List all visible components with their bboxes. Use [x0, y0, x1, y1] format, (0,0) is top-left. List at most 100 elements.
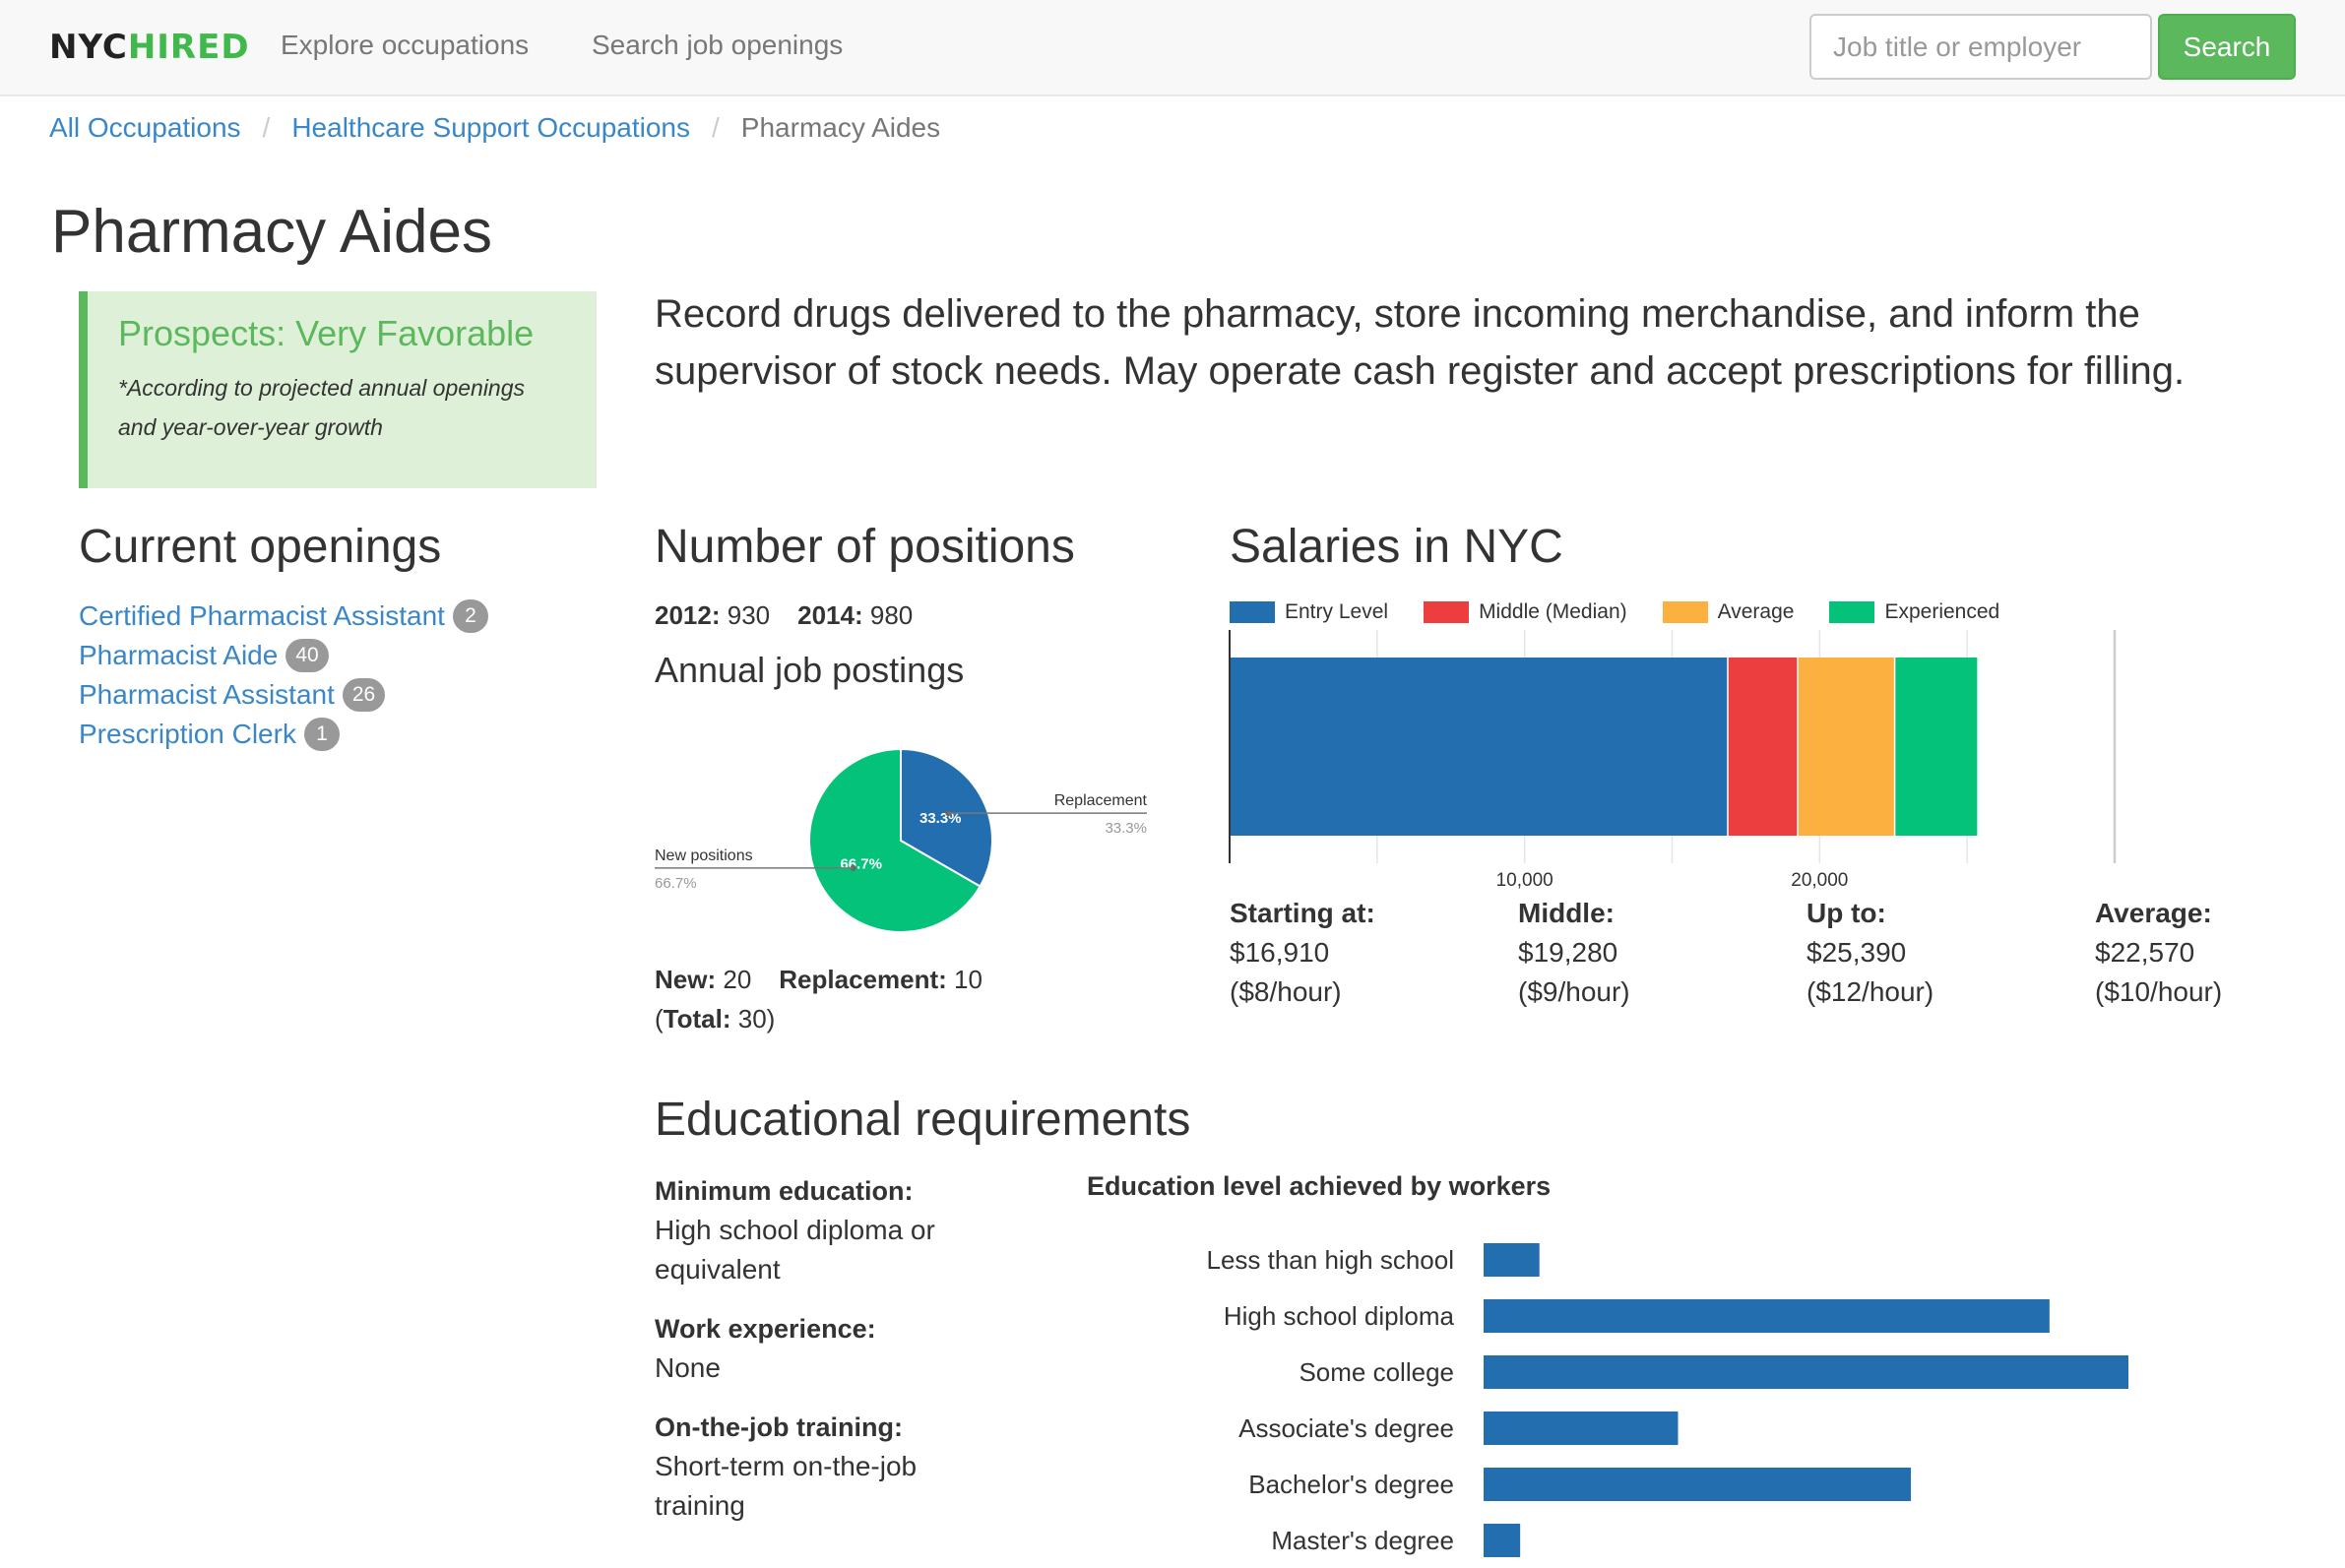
positions-years: 2012: 930 2014: 980: [655, 600, 913, 631]
salary-bar-middle-median: [1728, 658, 1798, 836]
annual-postings-pie-chart: 33.3% Replacement 33.3% 66.7% New positions 6…: [655, 747, 1148, 933]
nav-explore-occupations[interactable]: Explore occupations: [281, 30, 529, 61]
opening-count-badge: 1: [303, 718, 340, 751]
salary-annual: $25,390: [1806, 937, 1907, 968]
breadcrumb-separator: /: [262, 112, 271, 143]
education-bar-chart: Less than high school High school diploma…: [1206, 1243, 2128, 1557]
pie-slice-percent-label: 33.3%: [919, 810, 962, 827]
opening-count-badge: 2: [452, 599, 488, 633]
legend-swatch: [1230, 601, 1275, 623]
requirement-work-experience: Work experience: None: [655, 1309, 1009, 1388]
salary-hourly: ($10/hour): [2095, 976, 2223, 1007]
year-2014-label: 2014:: [797, 600, 863, 630]
prospects-title: Prospects: Very Favorable: [118, 313, 535, 353]
salary-annual: $16,910: [1230, 937, 1330, 968]
pie-outer-label: Replacement: [1054, 792, 1148, 809]
salary-label: Starting at:: [1230, 898, 1375, 928]
navbar: NYCHIRED Explore occupations Search job …: [0, 0, 2345, 96]
salary-annual: $19,280: [1518, 937, 1618, 968]
openings-list: Certified Pharmacist Assistant 2 Pharmac…: [79, 596, 488, 754]
prospects-callout: Prospects: Very Favorable *According to …: [79, 291, 597, 488]
postings-counts: New: 20 Replacement: 10: [655, 965, 982, 995]
education-category-label: Some college: [1299, 1357, 1454, 1387]
annual-postings-heading: Annual job postings: [655, 650, 965, 690]
legend-swatch: [1829, 601, 1875, 623]
salary-label: Middle:: [1518, 898, 1615, 928]
breadcrumb-separator: /: [712, 112, 720, 143]
breadcrumb: All Occupations / Healthcare Support Occup…: [49, 112, 940, 144]
legend-item-experienced: Experienced: [1829, 600, 1999, 624]
opening-count-badge: 40: [285, 639, 329, 672]
replacement-value: 10: [954, 965, 982, 994]
legend-label: Entry Level: [1285, 600, 1389, 623]
logo-hired: HIRED: [127, 28, 250, 67]
postings-total: (Total: 30): [655, 1004, 775, 1035]
job-search-input[interactable]: [1809, 14, 2152, 80]
new-value: 20: [723, 965, 752, 994]
opening-item: Pharmacist Assistant 26: [79, 675, 488, 715]
salary-bar-average: [1798, 658, 1894, 836]
prospects-note: *According to projected annual openings …: [118, 375, 526, 440]
positions-heading: Number of positions: [655, 521, 1075, 573]
nav-search-job-openings[interactable]: Search job openings: [592, 30, 843, 61]
paren-open: (: [655, 1004, 664, 1034]
legend-label: Average: [1717, 600, 1795, 623]
salary-stacked-bar-chart: 10,000 20,000: [1229, 630, 2117, 891]
salaries-heading: Salaries in NYC: [1230, 521, 1563, 573]
breadcrumb-current: Pharmacy Aides: [740, 112, 941, 143]
pie-outer-percent: 66.7%: [655, 875, 697, 892]
salary-bar-entry-level: [1230, 658, 1728, 836]
requirement-value: None: [655, 1352, 721, 1383]
opening-link[interactable]: Pharmacist Assistant: [79, 679, 335, 711]
year-2012-label: 2012:: [655, 600, 721, 630]
opening-link[interactable]: Pharmacist Aide: [79, 640, 278, 671]
salary-tick-label: 20,000: [1791, 870, 1848, 891]
requirement-label: Work experience:: [655, 1314, 876, 1344]
breadcrumb-all-occupations[interactable]: All Occupations: [49, 112, 241, 143]
opening-link[interactable]: Prescription Clerk: [79, 719, 296, 750]
requirement-label: Minimum education:: [655, 1176, 914, 1206]
education-category-label: Associate's degree: [1238, 1413, 1454, 1443]
salary-hourly: ($12/hour): [1806, 976, 1934, 1007]
breadcrumb-healthcare-support[interactable]: Healthcare Support Occupations: [291, 112, 690, 143]
requirement-on-the-job-training: On-the-job training: Short-term on-the-j…: [655, 1408, 1009, 1526]
education-category-label: Bachelor's degree: [1248, 1470, 1454, 1499]
opening-item: Prescription Clerk 1: [79, 715, 488, 754]
salary-tick-label: 10,000: [1496, 870, 1553, 891]
education-category-label: Master's degree: [1271, 1526, 1454, 1555]
education-category-label: Less than high school: [1206, 1245, 1454, 1275]
salary-starting: Starting at: $16,910 ($8/hour): [1230, 894, 1505, 1012]
nychired-logo[interactable]: NYCHIRED: [49, 28, 250, 67]
opening-item: Certified Pharmacist Assistant 2: [79, 596, 488, 636]
paren-close: ): [766, 1004, 776, 1034]
requirement-value: High school diploma or equivalent: [655, 1215, 935, 1285]
legend-label: Middle (Median): [1479, 600, 1627, 623]
legend-item-average: Average: [1662, 600, 1795, 624]
salary-up-to: Up to: $25,390 ($12/hour): [1806, 894, 2082, 1012]
pie-outer-percent: 33.3%: [1105, 820, 1147, 837]
year-2014-value: 980: [869, 600, 914, 630]
legend-item-entry-level: Entry Level: [1230, 600, 1388, 624]
education-bar-some-college: [1484, 1355, 2128, 1389]
salary-bar-experienced: [1895, 658, 1978, 836]
opening-item: Pharmacist Aide 40: [79, 636, 488, 675]
education-bar-master-s-degree: [1484, 1524, 1521, 1557]
pie-slice-percent-label: 66.7%: [840, 855, 882, 872]
education-chart-title: Education level achieved by workers: [1087, 1171, 1552, 1201]
replacement-label: Replacement:: [779, 965, 947, 994]
requirement-value: Short-term on-the-job training: [655, 1451, 918, 1521]
legend-swatch: [1662, 601, 1708, 623]
education-bar-less-than-high-school: [1484, 1243, 1540, 1277]
search-button[interactable]: Search: [2158, 14, 2296, 80]
salary-hourly: ($9/hour): [1518, 976, 1630, 1007]
salary-legend: Entry Level Middle (Median) Average Experie…: [1230, 600, 2035, 624]
current-openings-heading: Current openings: [79, 521, 442, 573]
opening-link[interactable]: Certified Pharmacist Assistant: [79, 600, 445, 632]
salary-average: Average: $22,570 ($10/hour): [2095, 894, 2345, 1012]
year-2012-value: 930: [727, 600, 771, 630]
total-label: Total:: [663, 1004, 731, 1034]
education-heading: Educational requirements: [655, 1094, 1191, 1146]
education-bar-high-school-diploma: [1484, 1299, 2050, 1333]
salary-middle: Middle: $19,280 ($9/hour): [1518, 894, 1794, 1012]
education-bar-associate-s-degree: [1484, 1411, 1679, 1445]
